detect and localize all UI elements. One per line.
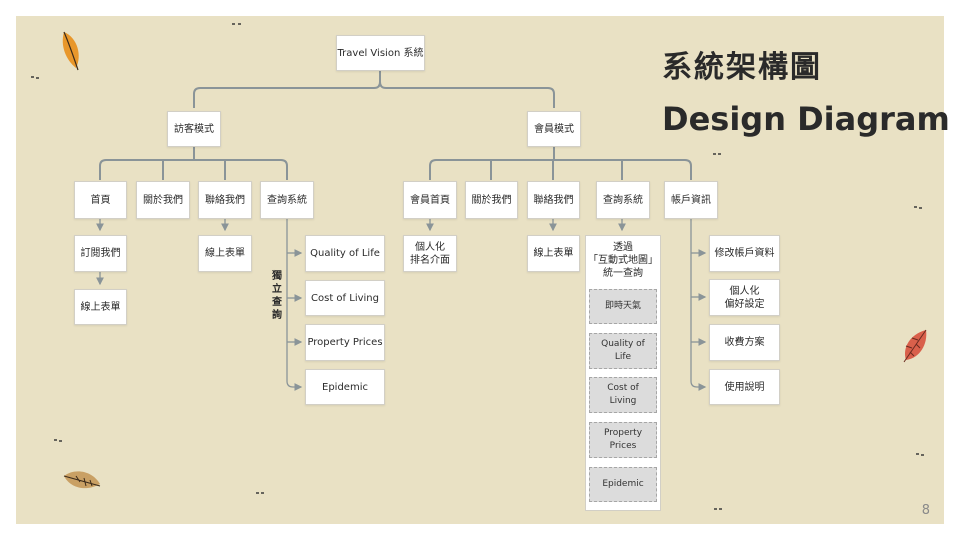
page-number: 8: [921, 503, 930, 518]
dash-marks: [31, 23, 924, 510]
